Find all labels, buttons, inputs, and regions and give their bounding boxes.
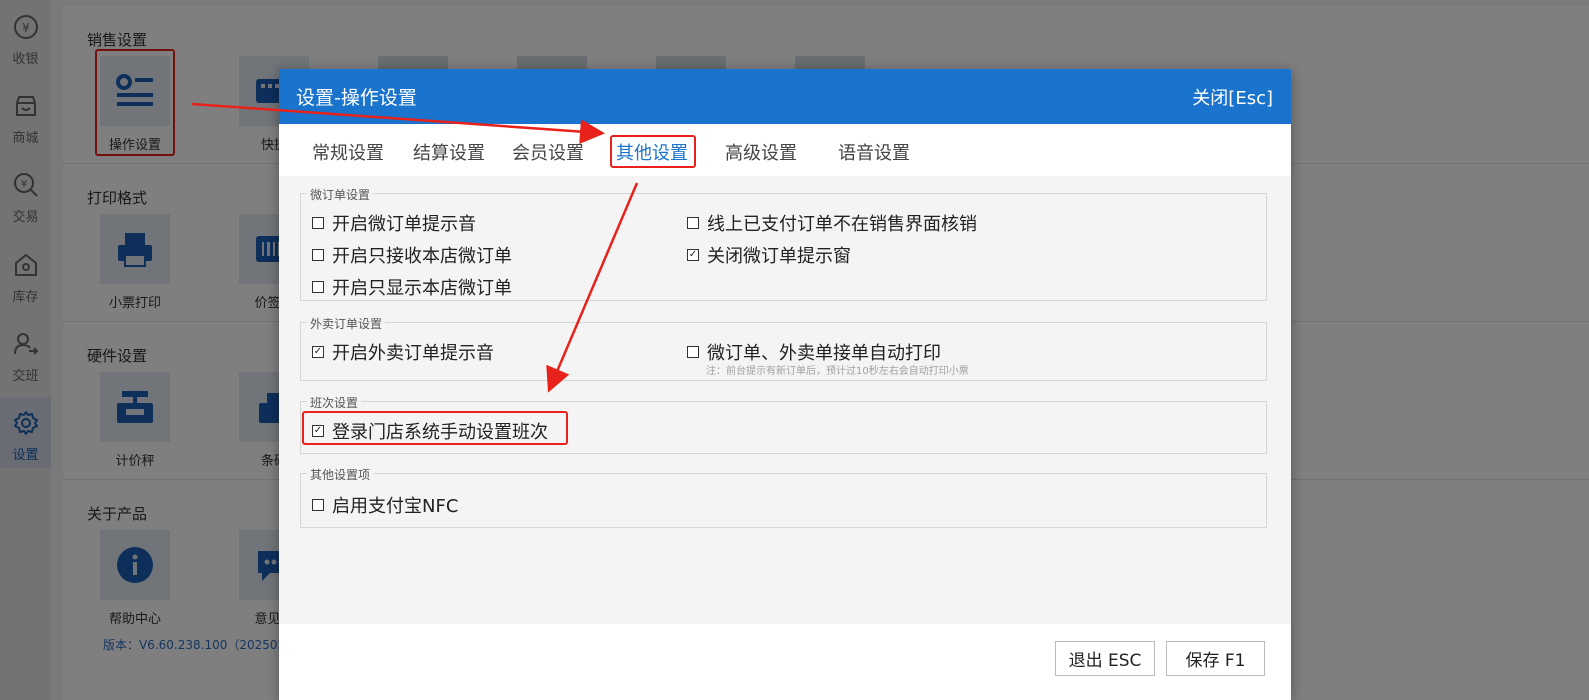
tab-bar: 常规设置 结算设置 会员设置 其他设置 高级设置 语音设置 [279,124,1291,176]
group-label: 班次设置 [307,394,362,411]
checkbox-micro-order-sound[interactable]: 开启微订单提示音 [312,210,476,236]
checkbox-label: 线上已支付订单不在销售界面核销 [707,214,977,235]
settings-dialog: 设置-操作设置 关闭[Esc] 常规设置 结算设置 会员设置 其他设置 高级设置… [279,69,1291,700]
group-other-items: 其他设置项 启用支付宝NFC [300,466,1267,528]
checkbox-close-micro-order-popup[interactable]: ✓ 关闭微订单提示窗 [687,242,851,268]
save-button[interactable]: 保存 F1 [1166,641,1265,676]
checkbox-label: 开启只显示本店微订单 [332,278,512,299]
group-label: 外卖订单设置 [307,315,386,332]
tab-checkout[interactable]: 结算设置 [413,139,485,165]
checkbox-unchecked-icon [312,281,324,293]
checkbox-only-own-store-display[interactable]: 开启只显示本店微订单 [312,274,512,300]
checkbox-label: 开启只接收本店微订单 [332,246,512,267]
checkbox-only-own-store-receive[interactable]: 开启只接收本店微订单 [312,242,512,268]
dialog-title: 设置-操作设置 [296,87,417,109]
checkbox-takeout-sound[interactable]: ✓ 开启外卖订单提示音 [312,339,494,365]
checkbox-unchecked-icon [312,217,324,229]
checkbox-alipay-nfc[interactable]: 启用支付宝NFC [312,492,458,518]
checkbox-label: 开启外卖订单提示音 [332,343,494,364]
group-label: 微订单设置 [307,186,374,203]
checkbox-unchecked-icon [687,346,699,358]
group-takeout-order: 外卖订单设置 ✓ 开启外卖订单提示音 微订单、外卖单接单自动打印 注：前台提示有… [300,315,1267,381]
auto-print-note: 注：前台提示有新订单后，预计过10秒左右会自动打印小票 [706,366,969,377]
group-label: 其他设置项 [307,466,374,483]
annotation-highlight-box [302,411,568,445]
dialog-body: 微订单设置 开启微订单提示音 开启只接收本店微订单 开启只显示本店微订单 线上已… [279,176,1291,624]
tab-general[interactable]: 常规设置 [312,139,384,165]
checkbox-label: 启用支付宝NFC [332,496,459,517]
checkbox-checked-icon: ✓ [687,249,699,261]
annotation-highlight-box [610,135,696,168]
tab-voice[interactable]: 语音设置 [838,139,910,165]
checkbox-checked-icon: ✓ [312,346,324,358]
checkbox-label: 开启微订单提示音 [332,214,476,235]
group-micro-order: 微订单设置 开启微订单提示音 开启只接收本店微订单 开启只显示本店微订单 线上已… [300,186,1267,301]
dialog-footer: 退出 ESC 保存 F1 [279,624,1291,700]
checkbox-unchecked-icon [312,499,324,511]
checkbox-unchecked-icon [687,217,699,229]
tab-advanced[interactable]: 高级设置 [725,139,797,165]
checkbox-label: 关闭微订单提示窗 [707,246,851,267]
exit-button[interactable]: 退出 ESC [1055,641,1155,676]
close-button[interactable]: 关闭[Esc] [1192,84,1273,110]
checkbox-unchecked-icon [312,249,324,261]
checkbox-online-paid-no-verify[interactable]: 线上已支付订单不在销售界面核销 [687,210,977,236]
tab-member[interactable]: 会员设置 [512,139,584,165]
dialog-header: 设置-操作设置 关闭[Esc] [279,69,1291,124]
